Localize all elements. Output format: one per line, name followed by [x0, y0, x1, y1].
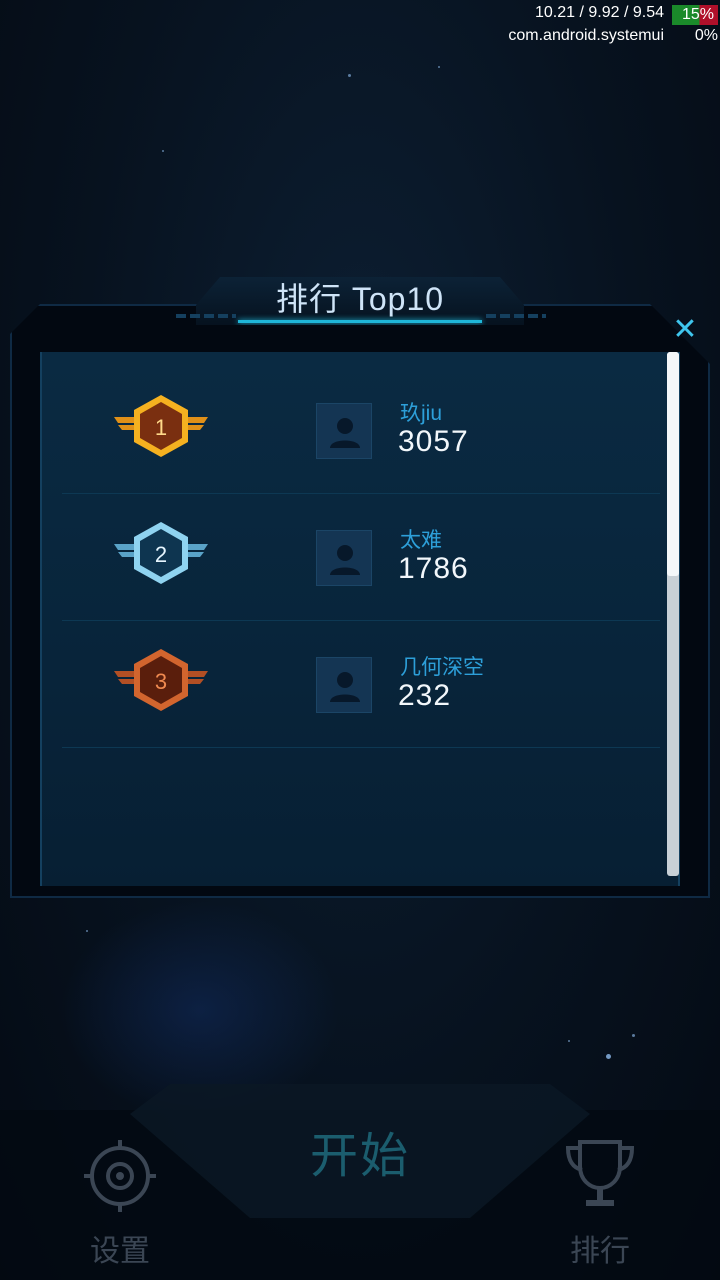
gold-medal-icon: 1 [114, 395, 208, 457]
close-button[interactable]: ✕ [662, 312, 708, 348]
process-percent: 0% [694, 27, 718, 44]
scrollbar[interactable] [667, 352, 679, 876]
settings-target-icon [84, 1140, 156, 1212]
trophy-icon [565, 1140, 635, 1206]
user-placeholder-icon [330, 545, 360, 575]
process-name: com.android.systemui [508, 27, 664, 44]
settings-button[interactable]: 设置 [60, 1136, 180, 1276]
leaderboard-title: 排行 Top10 [275, 281, 445, 317]
user-placeholder-icon [330, 418, 360, 448]
user-placeholder-icon [330, 672, 360, 702]
player-name: 玖jiu [400, 402, 443, 425]
player-score: 3057 [398, 425, 469, 458]
ranking-button[interactable]: 排行 [540, 1136, 660, 1276]
medal-rank-number: 2 [155, 542, 167, 567]
cpu-frequency-readout: 10.21 / 9.92 / 9.54 [535, 4, 664, 21]
player-score: 232 [398, 679, 452, 712]
silver-medal-icon: 2 [114, 522, 208, 584]
player-score: 1786 [398, 552, 469, 585]
settings-label: 设置 [90, 1235, 150, 1268]
leaderboard-list[interactable]: 1 玖jiu 3057 2 太难 1786 3 几何深空 232 [40, 352, 680, 886]
avatar [316, 403, 372, 459]
leaderboard-row-3: 3 几何深空 232 [62, 621, 660, 748]
medal-rank-number: 1 [155, 415, 167, 440]
medal-rank-number: 3 [155, 669, 167, 694]
player-name: 几何深空 [400, 656, 484, 679]
avatar [316, 530, 372, 586]
player-name: 太难 [400, 529, 442, 552]
leaderboard-row-2: 2 太难 1786 [62, 494, 660, 621]
start-button[interactable]: 开始 [260, 1116, 460, 1183]
scrollbar-thumb[interactable] [667, 352, 679, 576]
debug-status-overlay: 10.21 / 9.92 / 9.54 15% com.android.syst… [0, 2, 720, 46]
leaderboard-row-1: 1 玖jiu 3057 [62, 367, 660, 494]
battery-indicator: 15% [672, 5, 718, 25]
avatar [316, 657, 372, 713]
ranking-label: 排行 [570, 1235, 630, 1268]
bronze-medal-icon: 3 [114, 649, 208, 711]
